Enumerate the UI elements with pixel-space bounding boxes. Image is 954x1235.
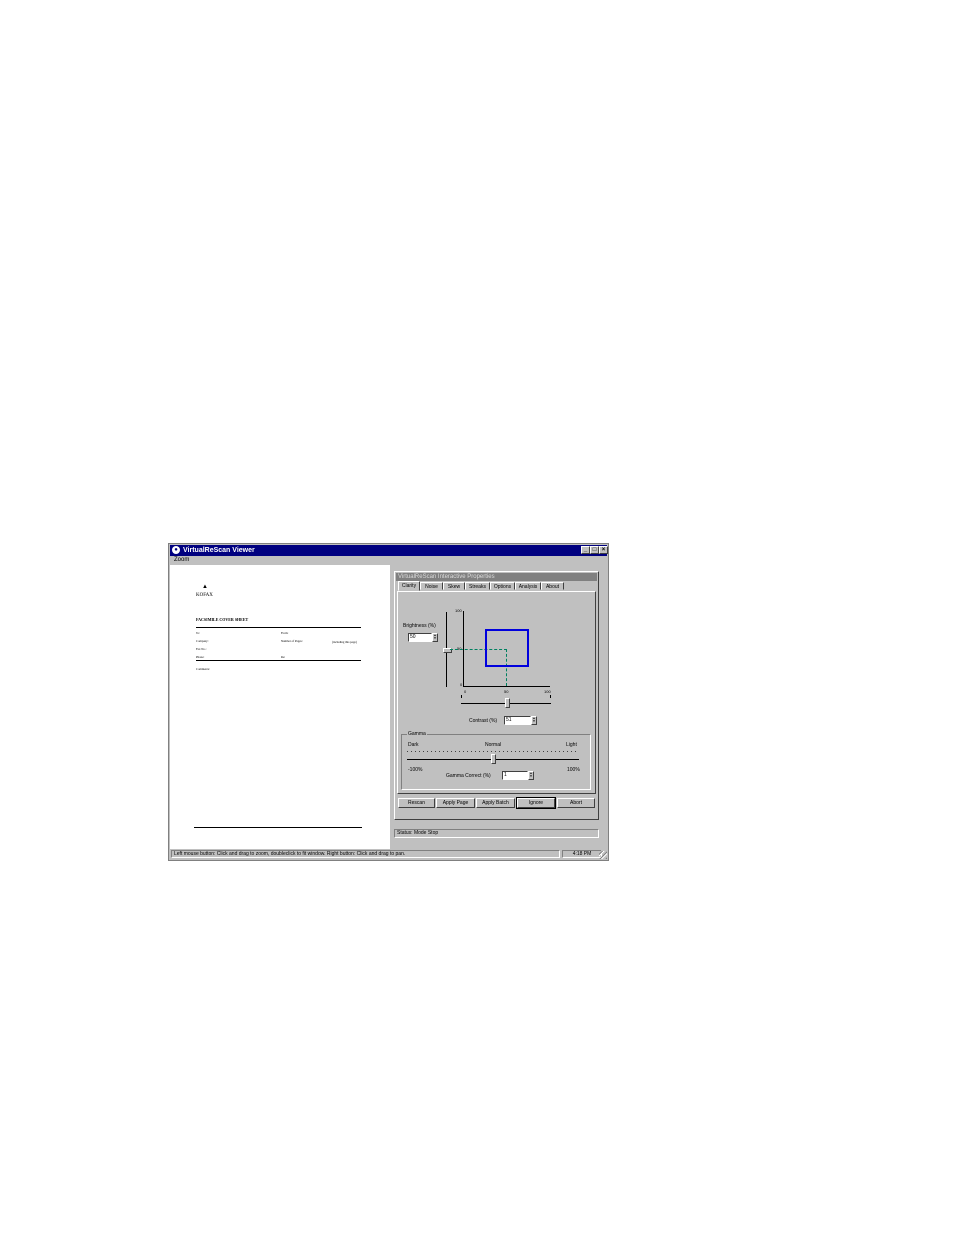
document-logo-text: KOFAX (196, 593, 213, 598)
fax-cover-page: ▲ KOFAX FACSIMILE COVER SHEET To: Compan… (170, 565, 390, 849)
document-viewer[interactable]: ▲ KOFAX FACSIMILE COVER SHEET To: Compan… (170, 565, 390, 849)
panel-title: VirtualReScan Interactive Properties (396, 573, 597, 581)
comments-label: Comments: (196, 667, 210, 671)
y-axis-label-top: 100 (455, 608, 462, 613)
chart-x-axis (463, 686, 550, 687)
contrast-spin-arrows-icon[interactable]: ▲ ▼ (531, 716, 537, 725)
field-phone: Phone: (196, 655, 205, 659)
field-company: Company: (196, 639, 209, 643)
interactive-properties-panel: VirtualReScan Interactive Properties Cla… (394, 571, 599, 820)
gamma-normal-label: Normal (485, 742, 502, 748)
gamma-light-label: Light (566, 742, 577, 748)
gamma-slider-thumb[interactable] (491, 754, 496, 764)
contrast-slider-thumb[interactable] (504, 698, 510, 708)
pages-note: (including this page) (332, 640, 357, 644)
gamma-max-label: 100% (567, 767, 580, 773)
clarity-panel: Brightness (%) 50 ▲▼ 100 50 0 0 50 100 (397, 591, 596, 794)
x-axis-label-left: 0 (464, 689, 467, 694)
field-pages: Number of Pages: (281, 639, 303, 643)
brightness-spin-arrows-icon[interactable]: ▲ ▼ (432, 633, 438, 642)
x-axis-label-mid: 50 (504, 689, 509, 694)
tab-options[interactable]: Options (490, 582, 515, 590)
field-from: From: (281, 631, 289, 635)
brightness-input[interactable]: 50 (408, 633, 432, 642)
rescan-button[interactable]: Rescan (398, 798, 435, 808)
apply-page-button[interactable]: Apply Page (436, 798, 475, 808)
minimize-button[interactable]: _ (581, 546, 590, 554)
document-rule (196, 660, 361, 661)
document-rule (194, 827, 362, 828)
contrast-label: Contrast (%) (469, 718, 498, 724)
close-button[interactable]: × (599, 546, 608, 554)
gamma-group-title: Gamma (407, 731, 427, 737)
tab-streaks[interactable]: Streaks (465, 582, 490, 590)
field-fax-no: Fax No.: (196, 647, 207, 651)
abort-button[interactable]: Abort (557, 798, 595, 808)
gamma-tick-marks (407, 751, 579, 752)
apply-batch-button[interactable]: Apply Batch (476, 798, 515, 808)
contrast-input[interactable]: 51 (504, 716, 531, 725)
field-re: Re: (281, 655, 286, 659)
tab-about[interactable]: About (541, 582, 564, 590)
viewer-window: ● VirtualReScan Viewer _ □ × Zoom ▲ KOFA… (168, 543, 609, 861)
gamma-group: Gamma Dark Normal Light -100% 100% Gamma… (401, 731, 591, 790)
ignore-button[interactable]: Ignore (516, 797, 556, 809)
status-clock: 4:18 PM (562, 850, 602, 858)
tab-analysis[interactable]: Analysis (515, 582, 541, 590)
kofax-logo-icon: ▲ (202, 584, 208, 590)
app-icon[interactable]: ● (172, 546, 180, 554)
tab-noise[interactable]: Noise (420, 582, 443, 590)
field-to: To: (196, 631, 200, 635)
document-rule (196, 627, 361, 628)
tonal-range-box (485, 629, 529, 667)
status-bar: Left mouse button: Click and drag to zoo… (170, 849, 607, 859)
gamma-spin-arrows-icon[interactable]: ▲ ▼ (528, 771, 534, 780)
title-bar[interactable]: ● VirtualReScan Viewer _ □ × (170, 545, 608, 556)
document-heading: FACSIMILE COVER SHEET (196, 617, 249, 622)
status-hint: Left mouse button: Click and drag to zoo… (171, 850, 560, 858)
tab-skew[interactable]: Skew (443, 582, 465, 590)
brightness-label: Brightness (%) (403, 623, 436, 629)
resize-grip-icon[interactable] (599, 851, 607, 859)
x-axis-label-right: 100 (544, 689, 551, 694)
menu-bar: Zoom (170, 556, 607, 565)
maximize-button[interactable]: □ (590, 546, 599, 554)
gamma-min-label: -100% (408, 767, 423, 773)
contrast-tick (461, 695, 462, 698)
properties-pane: VirtualReScan Interactive Properties Cla… (390, 565, 608, 849)
gamma-dark-label: Dark (408, 742, 419, 748)
y-axis-label-bottom: 0 (460, 682, 463, 687)
window-title: VirtualReScan Viewer (183, 547, 255, 554)
mode-status: Status: Mode Stop (394, 829, 599, 838)
gamma-correct-label: Gamma Correct (%) (446, 773, 491, 779)
menu-zoom[interactable]: Zoom (174, 557, 189, 563)
contrast-tick (550, 695, 551, 698)
gamma-correct-input[interactable]: 1 (502, 771, 528, 780)
tab-clarity[interactable]: Clarity (398, 581, 420, 591)
